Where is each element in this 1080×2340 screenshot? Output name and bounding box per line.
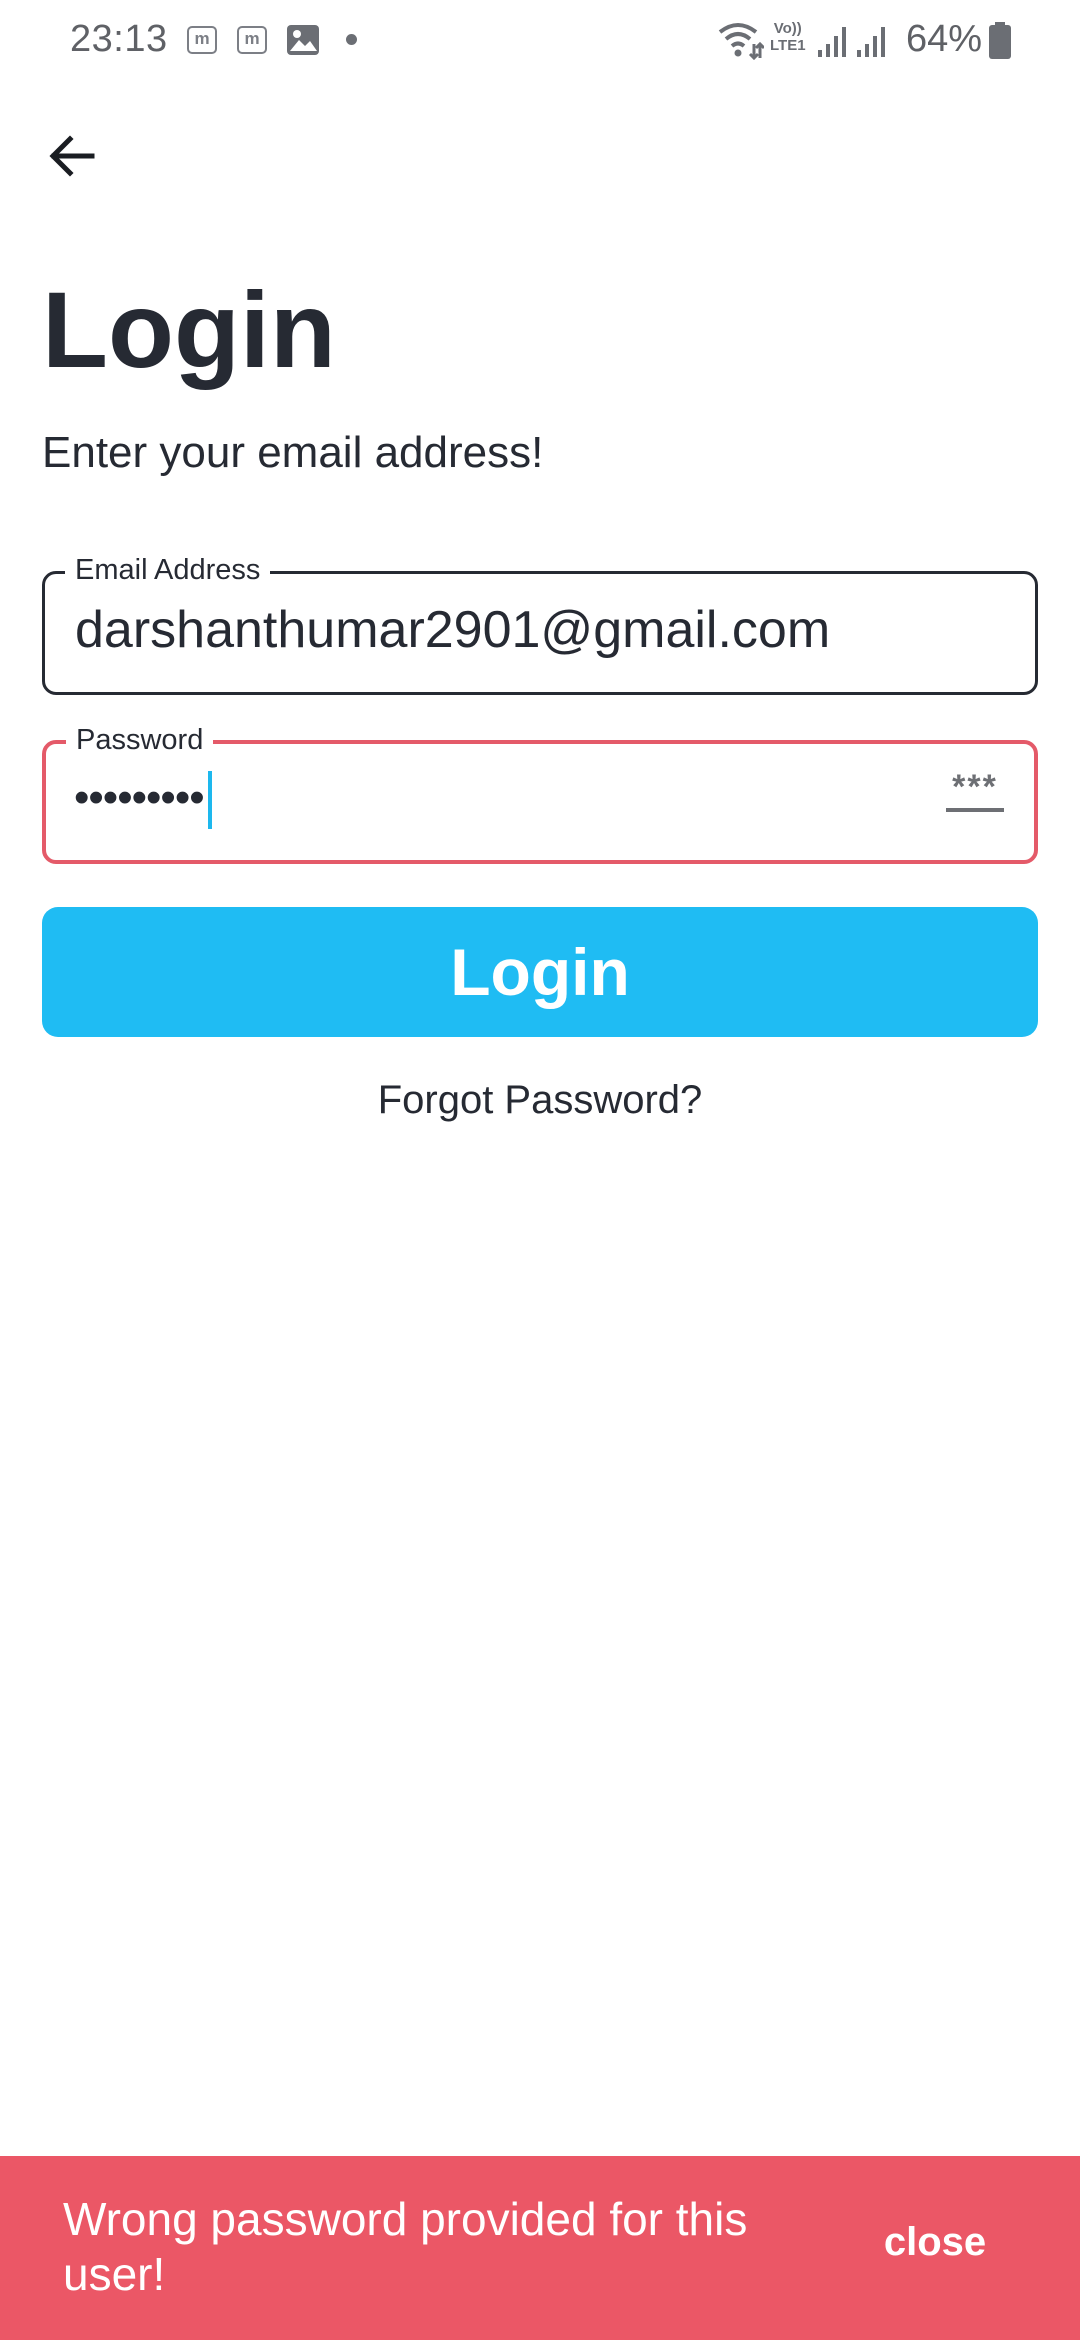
password-masked-text: ••••••••• <box>74 773 205 822</box>
page-title: Login <box>42 269 336 390</box>
password-input-value[interactable]: ••••••••• <box>74 768 212 830</box>
volte-icon: Vo)) LTE1 <box>770 20 806 54</box>
signal-strength-icon <box>818 27 846 57</box>
snackbar-close-button[interactable]: close <box>860 2212 1010 2272</box>
lte-label: LTE1 <box>770 37 806 54</box>
page-subtitle: Enter your email address! <box>42 428 544 477</box>
status-time: 23:13 <box>70 18 168 60</box>
password-field-label: Password <box>66 722 214 758</box>
login-button[interactable]: Login <box>42 907 1038 1037</box>
volte-label: Vo)) <box>773 20 802 37</box>
password-field[interactable]: Password ••••••••• *** <box>42 722 1038 864</box>
wifi-icon <box>718 23 764 60</box>
forgot-password-link[interactable]: Forgot Password? <box>0 1078 1080 1123</box>
signal-strength-icon <box>857 27 885 57</box>
email-input-value[interactable]: darshanthumar2901@gmail.com <box>75 600 830 660</box>
error-snackbar: Wrong password provided for this user! c… <box>0 2156 1080 2340</box>
password-visibility-toggle-icon[interactable]: *** <box>944 768 1006 822</box>
email-field-label: Email Address <box>65 552 271 588</box>
email-field[interactable]: Email Address darshanthumar2901@gmail.co… <box>42 552 1038 695</box>
more-notifications-dot-icon <box>346 34 357 45</box>
m-app-notification-icon: m <box>237 26 267 54</box>
back-arrow-icon[interactable] <box>44 128 100 184</box>
gallery-icon <box>287 25 319 55</box>
battery-percent: 64% <box>906 18 983 60</box>
battery-icon <box>989 22 1011 59</box>
m-app-notification-icon: m <box>187 26 217 54</box>
text-cursor <box>207 771 212 830</box>
snackbar-message: Wrong password provided for this user! <box>63 2193 748 2300</box>
toggle-underline <box>946 808 1004 812</box>
toggle-glyph: *** <box>952 768 998 806</box>
status-bar: 23:13 m m Vo)) LTE1 64% <box>0 0 1080 84</box>
